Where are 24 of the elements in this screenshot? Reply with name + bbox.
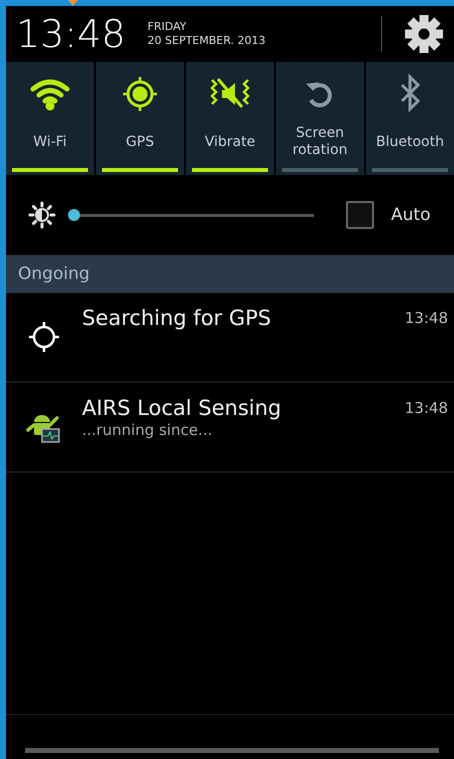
notification-time: 13:48 — [404, 308, 449, 329]
slider-thumb[interactable] — [68, 209, 80, 221]
notification-title: AIRS Local Sensing — [82, 395, 282, 421]
notification-item[interactable]: Searching for GPS 13:48 — [6, 293, 454, 383]
brightness-icon — [28, 201, 56, 229]
notification-time: 13:48 — [404, 398, 449, 419]
settings-icon[interactable] — [404, 14, 444, 54]
notification-item[interactable]: AIRS Local Sensing ...running since... 13:48 — [6, 383, 454, 473]
quick-toggle[interactable]: Bluetooth — [366, 62, 454, 175]
drag-handle[interactable] — [25, 748, 439, 753]
quick-toggle[interactable]: Wi-Fi — [6, 62, 94, 175]
date-label: 20 SEPTEMBER. 2013 — [148, 34, 266, 48]
quick-toggle[interactable]: Screen rotation — [276, 62, 364, 175]
section-title: Ongoing — [18, 264, 90, 284]
notification-title: Searching for GPS — [82, 305, 272, 331]
auto-checkbox[interactable] — [346, 201, 374, 229]
weekday-label: FRIDAY — [148, 20, 188, 34]
clock-time: 13:48 — [16, 12, 126, 56]
notification-subtitle: ...running since... — [82, 421, 214, 439]
quick-toggle[interactable]: GPS — [96, 62, 184, 175]
auto-label: Auto — [391, 205, 430, 225]
pointer-icon — [68, 0, 78, 6]
crosshair-icon — [26, 319, 62, 355]
quick-toggle[interactable]: Vibrate — [186, 62, 274, 175]
